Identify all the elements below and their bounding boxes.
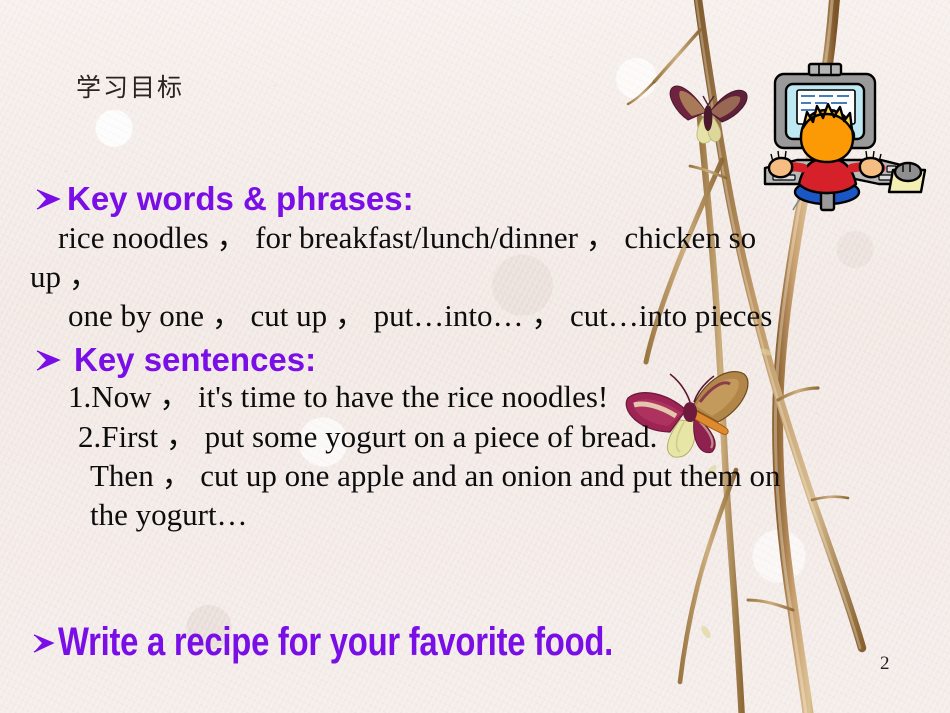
presentation-slide: 学习目标 Key words & phrases: rice noodles ，… xyxy=(0,0,950,713)
slide-body: Key words & phrases: rice noodles ， for … xyxy=(0,182,950,534)
arrow-bullet-icon xyxy=(33,633,55,653)
final-task-label: Write a recipe for your favorite food. xyxy=(58,620,614,664)
key-sentence-line-1: 1.Now ， it's time to have the rice noodl… xyxy=(68,379,609,415)
key-sentence-line-4: the yogurt… xyxy=(90,496,248,532)
key-words-line-2: up ， xyxy=(30,258,100,294)
butterfly-top-clipart xyxy=(669,85,748,144)
key-sentence-line-3: Then ， cut up one apple and an onion and… xyxy=(90,457,781,493)
key-sentence-line-2: 2.First ， put some yogurt on a piece of … xyxy=(78,418,658,454)
section-heading-label: Key words & phrases: xyxy=(67,180,414,217)
key-words-line-1: rice noodles ， for breakfast/lunch/dinne… xyxy=(58,219,757,255)
arrow-bullet-icon xyxy=(36,189,61,210)
page-number: 2 xyxy=(880,653,890,674)
section-heading-key-words: Key words & phrases: xyxy=(0,182,950,216)
final-task-line: Write a recipe for your favorite food. xyxy=(30,620,735,665)
arrow-bullet-icon xyxy=(36,349,61,371)
section-heading-label: Key sentences: xyxy=(74,340,317,378)
section-heading-key-sentences: Key sentences: xyxy=(0,343,950,377)
page-title: 学习目标 xyxy=(76,73,185,102)
key-words-line-3: one by one ， cut up ， put…into… ， cut…in… xyxy=(68,297,773,333)
